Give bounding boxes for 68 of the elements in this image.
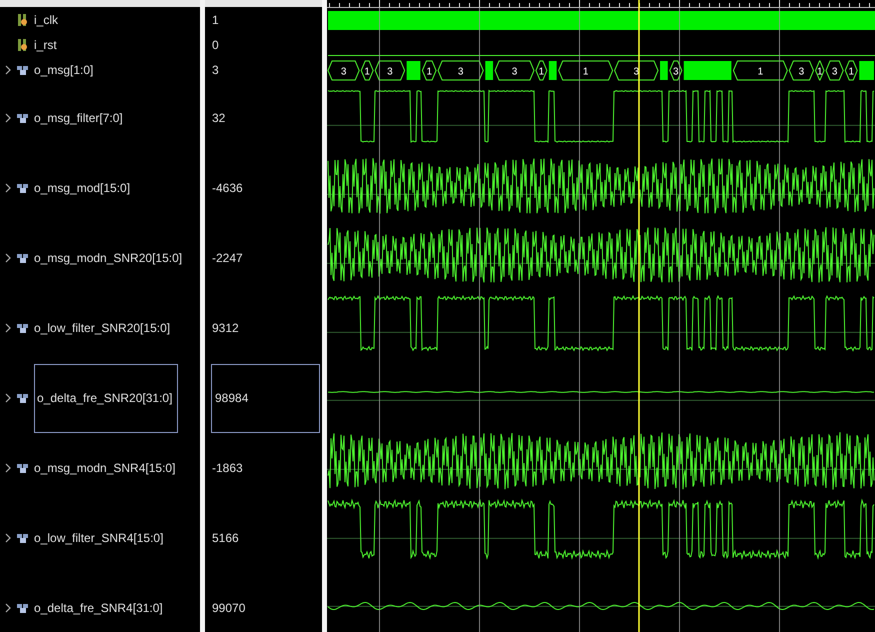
bus-value: 1 <box>364 66 370 78</box>
bit-signal-icon <box>17 14 29 26</box>
expand-chevron-icon[interactable] <box>4 603 12 613</box>
expand-chevron-icon[interactable] <box>4 253 12 263</box>
signal-name[interactable]: o_delta_fre_SNR4[31:0] <box>34 601 163 615</box>
bus-value: 3 <box>832 66 838 78</box>
bus-signal-icon <box>17 112 29 124</box>
bus-segment <box>558 60 614 80</box>
expand-chevron-icon[interactable] <box>4 65 12 75</box>
bus-signal-icon <box>17 602 29 614</box>
signal-value: 0 <box>212 38 219 52</box>
bus-value: 1 <box>848 66 854 78</box>
expand-chevron-icon[interactable] <box>4 533 12 543</box>
bus-value: 3 <box>387 66 393 78</box>
signal-value: 9312 <box>212 321 239 335</box>
signal-name[interactable]: o_msg[1:0] <box>34 63 94 77</box>
bus-signal-icon <box>17 252 29 264</box>
bus-value: 1 <box>758 66 764 78</box>
bus-signal-icon <box>17 64 29 76</box>
dense-transition-block <box>406 60 420 80</box>
signal-value: 32 <box>212 111 226 125</box>
expand-chevron-icon[interactable] <box>4 393 12 403</box>
expand-chevron-icon[interactable] <box>4 113 12 123</box>
signal-value: 3 <box>212 63 219 77</box>
expand-chevron-icon[interactable] <box>4 183 12 193</box>
bus-signal-icon <box>17 182 29 194</box>
dense-transition-block <box>485 60 494 80</box>
bus-value: 3 <box>634 66 640 78</box>
dense-transition-block <box>859 60 874 80</box>
signal-name[interactable]: o_msg_filter[7:0] <box>34 111 123 125</box>
signal-name[interactable]: o_low_filter_SNR4[15:0] <box>34 531 164 545</box>
bus-value: 1 <box>582 66 588 78</box>
bit-signal-icon <box>17 38 29 50</box>
signal-name[interactable]: o_msg_mod[15:0] <box>34 181 130 195</box>
signal-name[interactable]: o_msg_modn_SNR4[15:0] <box>34 461 176 475</box>
bus-value: 1 <box>426 66 432 78</box>
signal-value: -4636 <box>212 181 243 195</box>
bus-value: 3 <box>512 66 518 78</box>
bus-segment <box>614 60 659 80</box>
signal-name[interactable]: o_msg_modn_SNR20[15:0] <box>34 251 182 265</box>
dense-transition-block <box>660 60 668 80</box>
bus-signal-icon <box>17 392 29 404</box>
signal-name[interactable]: o_low_filter_SNR20[15:0] <box>34 321 170 335</box>
signal-value: -2247 <box>212 251 243 265</box>
cursor-line[interactable] <box>638 0 640 632</box>
bus-segment <box>669 60 682 80</box>
bus-signal-icon <box>17 532 29 544</box>
dense-transition-block <box>548 60 557 80</box>
signal-value: 5166 <box>212 531 239 545</box>
bus-signal-icon <box>17 322 29 334</box>
signal-name[interactable]: o_delta_fre_SNR20[31:0] <box>34 364 178 432</box>
signal-value: 99070 <box>212 601 246 615</box>
expand-chevron-icon[interactable] <box>4 463 12 473</box>
expand-chevron-icon[interactable] <box>4 323 12 333</box>
signal-name[interactable]: i_rst <box>34 38 57 52</box>
bus-value: 3 <box>458 66 464 78</box>
bus-value: 1 <box>538 66 544 78</box>
bus-value: 3 <box>673 66 679 78</box>
bus-value: 3 <box>340 66 346 78</box>
bus-segment <box>844 60 858 80</box>
signal-name[interactable]: i_clk <box>34 12 58 26</box>
signal-value: 98984 <box>211 364 320 432</box>
bus-value: 1 <box>817 66 823 78</box>
bus-signal-icon <box>17 462 29 474</box>
bus-value: 3 <box>798 66 804 78</box>
signal-value: -1863 <box>212 461 243 475</box>
dense-transition-block <box>684 60 732 80</box>
signal-value: 1 <box>212 12 219 26</box>
